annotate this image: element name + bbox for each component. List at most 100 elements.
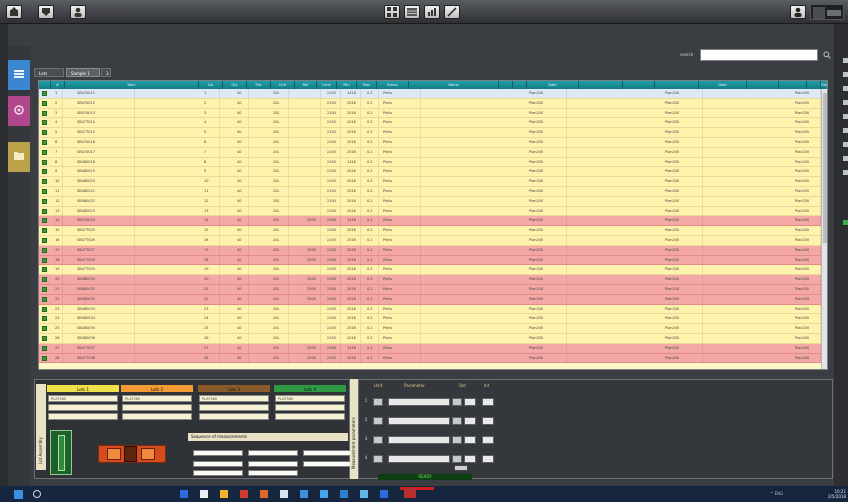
row-checkbox[interactable] [42,120,47,126]
row-checkbox[interactable] [42,277,47,283]
column-header[interactable]: Max [357,81,377,89]
row-checkbox[interactable] [42,149,47,155]
right-rail-marker[interactable] [843,114,848,119]
search-icon[interactable] [823,51,831,59]
column-header[interactable] [579,81,623,89]
measurement-field[interactable] [303,461,353,467]
lot-field[interactable] [122,404,192,411]
param-field[interactable] [388,398,450,406]
param-apply-button[interactable] [454,465,468,471]
lot-field[interactable] [199,404,269,411]
table-row[interactable]: 24 SB480034 24 40 20L 2100 2016 0.2 Pinto Plan200… [39,314,827,325]
right-rail-marker[interactable] [843,156,848,161]
lot-header[interactable]: Lots 1 [46,384,120,393]
param-field[interactable] [452,398,462,406]
lot-field[interactable]: PLAT360 [199,395,269,402]
measurement-field[interactable] [248,461,298,467]
row-checkbox[interactable] [42,179,47,185]
measurement-field[interactable] [193,450,243,456]
tab-lots[interactable]: Lots [34,68,64,77]
table-row[interactable]: 8 SB480018 8 40 20L 2100 1416 0.2 Pinto Plan200 Pl… [39,157,827,168]
column-header[interactable]: # [51,81,65,89]
param-field[interactable] [482,398,494,406]
right-rail-marker[interactable] [843,170,848,175]
scrollbar-thumb[interactable] [823,93,827,243]
table-row[interactable]: 9 SB480019 9 40 20L 2100 2016 0.2 Pinto Plan200 Pl… [39,167,827,178]
column-header[interactable] [807,81,821,89]
tab-sample[interactable]: Sample 1 [66,68,100,77]
row-checkbox[interactable] [42,189,47,194]
param-field[interactable] [373,436,383,444]
param-field[interactable] [373,398,383,406]
param-field[interactable] [482,436,494,444]
edit-button[interactable] [444,5,460,19]
table-row[interactable]: 28 SB47T038 28 40 20L 2500 2100 2016 0.2 Pinto Pla… [39,353,827,364]
lot-field[interactable]: PLAT360 [275,395,345,402]
taskbar-search-icon[interactable] [33,490,41,498]
row-checkbox[interactable] [42,218,47,224]
user-button[interactable] [70,5,86,19]
table-row[interactable]: 7 SB470017 7 40 20L 2100 2016 0.2 Pinto Plan200 Pl… [39,147,827,158]
table-row[interactable]: 6 SB470016 6 40 20L 2100 2016 0.2 Pinto Plan200 Pl… [39,138,827,148]
row-checkbox[interactable] [42,355,47,361]
column-header[interactable]: Date [821,81,827,89]
table-row[interactable]: 19 SB47T029 19 40 20L 2100 2016 0.2 Pinto Plan200… [39,265,827,276]
table-row[interactable]: 11 SB480021 11 40 20L 2100 2016 0.2 Pinto Plan200… [39,187,827,197]
param-field[interactable] [482,455,494,463]
lot-field[interactable] [275,413,345,420]
row-checkbox[interactable] [42,159,47,165]
column-header[interactable]: Pos [247,81,271,89]
table-row[interactable]: 4 SB47T014 4 40 20L 2100 2016 0.2 Pinto Plan200 Pl… [39,118,827,129]
table-row[interactable]: 12 SB480022 12 40 20L 2100 2016 0.2 Pinto Plan200… [39,196,827,207]
lot-field[interactable]: PLAT360 [122,395,192,402]
table-row[interactable]: 1 SB470011 1 40 20L 2100 1416 0.2 Pinto Plan200 Pl… [39,89,827,99]
param-field[interactable] [464,398,476,406]
column-header[interactable]: Limit [317,81,337,89]
lot-field[interactable] [122,413,192,420]
param-field[interactable] [388,436,450,444]
param-field[interactable] [464,455,476,463]
operator-button[interactable] [790,5,806,19]
table-row[interactable]: 3 SB470013 3 40 20L 2100 2016 0.2 Pinto Plan200 Pl… [39,108,827,119]
table-scrollbar[interactable] [821,89,827,369]
column-header[interactable] [779,81,807,89]
column-header[interactable] [747,81,779,89]
column-header[interactable]: Ref [295,81,317,89]
lot-field[interactable] [199,413,269,420]
taskbar-app-icon[interactable] [260,490,268,498]
param-field[interactable] [482,417,494,425]
row-checkbox[interactable] [42,100,47,106]
windows-start-icon[interactable] [14,490,23,499]
row-checkbox[interactable] [42,257,47,263]
table-row[interactable]: 26 SB480036 26 40 20L 2100 2016 0.2 Pinto Plan200… [39,334,827,344]
system-tray[interactable]: ^ ENG [770,491,816,497]
table-row[interactable]: 20 SB480030 20 40 20L 2500 2100 2016 0.2 Pinto Pla… [39,275,827,285]
table-row[interactable]: 18 SB47T028 18 40 20L 2500 2100 2016 0.2 Pinto Pla… [39,255,827,266]
column-header[interactable] [623,81,655,89]
right-rail-marker[interactable] [843,58,848,63]
row-checkbox[interactable] [42,110,47,116]
row-checkbox[interactable] [42,267,47,273]
column-header[interactable]: Name [409,81,499,89]
table-row[interactable]: 2 SB470012 2 40 20L 2100 2016 0.2 Pinto Plan200 Pl… [39,98,827,109]
column-header[interactable]: Unit [271,81,295,89]
column-header[interactable]: Status [377,81,409,89]
taskbar-app-icon[interactable] [280,490,288,498]
sidebar-tab-list[interactable] [8,60,30,90]
lot-field[interactable]: PLAT360 [48,395,118,402]
table-row[interactable]: 21 SB480031 21 40 20L 2500 2100 2016 0.2 Pinto Pla… [39,285,827,295]
param-field[interactable] [373,417,383,425]
column-header[interactable] [499,81,513,89]
right-rail-active-marker[interactable] [843,220,848,225]
row-checkbox[interactable] [42,130,47,136]
param-field[interactable] [388,417,450,425]
row-checkbox[interactable] [42,208,47,214]
row-checkbox[interactable] [42,247,47,253]
param-field[interactable] [464,417,476,425]
taskbar-app-icon[interactable] [200,490,208,498]
column-header[interactable]: Qty [223,81,247,89]
table-row[interactable]: 15 SB47T025 15 40 20L 2100 2016 0.2 Pinto Plan200… [39,226,827,236]
orange-widget-center[interactable] [124,446,137,462]
clock[interactable]: 10:21 2/5/2018 [820,489,846,499]
taskbar-alert-icon[interactable] [404,488,416,498]
